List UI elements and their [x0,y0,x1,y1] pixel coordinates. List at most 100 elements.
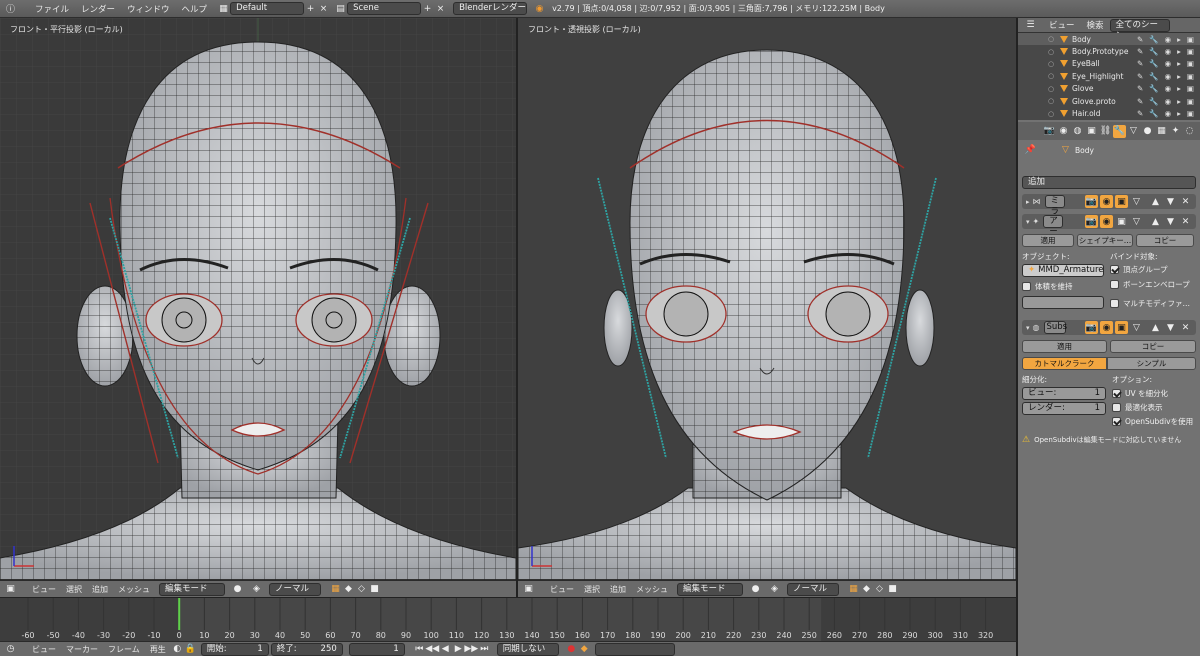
area-divider-left[interactable] [516,18,518,598]
catmull-clark-tab[interactable]: カトマルクラーク [1022,357,1107,370]
close-layout-icon[interactable]: × [317,2,330,15]
visibility-icon[interactable]: ◉ [1165,97,1172,106]
render-toggle-icon[interactable]: 📷 [1085,215,1098,228]
material-tab-icon[interactable]: ● [1141,125,1154,138]
outliner-item[interactable]: ○ Hair.old ✎ 🔧 ◉ ▸ ▣ [1018,107,1200,119]
modifier-icon[interactable]: ✎ [1137,109,1143,118]
optimal-display-checkbox[interactable] [1112,403,1121,412]
timeline[interactable]: -60 -50 -40 -30 -20 -10 0 10 20 30 40 50 60 70 80 90 100… [0,597,1016,642]
mode-select[interactable]: 編集モード [677,582,743,596]
menu-add[interactable]: 追加 [605,584,631,595]
cage-toggle-icon[interactable]: ▽ [1130,215,1143,228]
editor-type-icon[interactable]: ◷ [4,643,17,656]
outliner-item[interactable]: ○ Glove ✎ 🔧 ◉ ▸ ▣ [1018,83,1200,95]
select-icon[interactable]: ▸ [1177,59,1181,68]
modifier-icon[interactable]: ✎ [1137,47,1143,56]
expand-dot-icon[interactable]: ○ [1048,85,1054,93]
play-icon[interactable]: ▶ [452,643,465,656]
keyframe-icon[interactable]: ◆ [578,643,591,656]
display-toggle-icon[interactable]: ◉ [1100,321,1113,334]
select-icon[interactable]: ▸ [1177,47,1181,56]
modifier-icon[interactable]: ✎ [1137,97,1143,106]
menu-frame[interactable]: フレーム [103,644,145,655]
expand-dot-icon[interactable]: ○ [1048,48,1054,56]
edge-select-icon[interactable]: ◇ [873,583,886,596]
editor-type-icon[interactable]: ⓘ [4,2,17,15]
face-select-icon[interactable]: ■ [368,583,381,596]
cage-toggle-icon[interactable]: ▽ [1130,195,1143,208]
cage-toggle-icon[interactable]: ▽ [1130,321,1143,334]
preview-range-icon[interactable]: ◐ [171,643,184,656]
editor-type-icon[interactable]: ☰ [1024,19,1037,32]
menu-select[interactable]: 選択 [579,584,605,595]
opensubdiv-row[interactable]: OpenSubdivを使用 [1112,416,1193,427]
pivot-icon[interactable]: ◈ [250,583,263,596]
editor-type-icon[interactable]: ▣ [522,583,535,596]
subsurf-copy-button[interactable]: コピー [1110,340,1196,353]
scene-tab-icon[interactable]: ◉ [1057,125,1070,138]
vertex-select-icon[interactable]: ◆ [342,583,355,596]
render-icon[interactable]: ▣ [1187,59,1194,68]
menu-view[interactable]: ビュー [27,584,61,595]
editmode-toggle-icon[interactable]: ▣ [1115,195,1128,208]
render-icon[interactable]: ▣ [1187,109,1194,118]
armature-object-field[interactable]: ✦ MMD_Armature [1022,264,1104,277]
vertex-select-icon[interactable]: ◆ [860,583,873,596]
face-select-icon[interactable]: ■ [886,583,899,596]
outliner-item[interactable]: ○ Glove.proto ✎ 🔧 ◉ ▸ ▣ [1018,95,1200,107]
wrench-icon[interactable]: 🔧 [1149,35,1158,44]
subdivide-uv-checkbox[interactable] [1112,389,1121,398]
render-engine-field[interactable]: Blenderレンダー [453,2,528,15]
screen-layout-icon[interactable]: ▦ [217,2,230,15]
orientation-select[interactable]: ノーマル [787,582,839,596]
visibility-icon[interactable]: ◉ [1165,109,1172,118]
optimal-display-row[interactable]: 最適化表示 [1112,402,1193,413]
viewport-right[interactable]: フロント・透視投影 (ローカル) [518,18,1016,580]
expand-dot-icon[interactable]: ○ [1048,35,1054,43]
modifier-tab-icon[interactable]: 🔧 [1113,124,1126,138]
expand-dot-icon[interactable]: ○ [1048,110,1054,118]
outliner-search-menu[interactable]: 検索 [1081,19,1110,31]
visibility-icon[interactable]: ◉ [1165,84,1172,93]
collapse-icon[interactable]: ▾ [1026,218,1030,226]
modifier-icon[interactable]: ✎ [1137,84,1143,93]
move-up-icon[interactable]: ▲ [1149,195,1162,208]
menu-add[interactable]: 追加 [87,584,113,595]
constraint-tab-icon[interactable]: ⛓ [1099,125,1112,138]
next-key-icon[interactable]: ▶▶ [464,643,478,656]
outliner-item[interactable]: ○ Body ✎ 🔧 ◉ ▸ ▣ [1018,33,1200,46]
menu-mesh[interactable]: メッシュ [631,584,673,595]
modifier-icon[interactable]: ✎ [1137,72,1143,81]
sync-select[interactable]: 同期しない [496,642,559,656]
menu-file[interactable]: ファイル [29,3,75,15]
visibility-icon[interactable]: ◉ [1165,35,1172,44]
move-up-icon[interactable]: ▲ [1149,215,1162,228]
shading-icon[interactable]: ● [749,583,762,596]
pivot-icon[interactable]: ◈ [768,583,781,596]
pin-icon[interactable]: 📌 [1024,144,1037,157]
expand-dot-icon[interactable]: ○ [1048,97,1054,105]
modifier-mirror-name[interactable]: ミラ [1044,195,1065,217]
menu-view[interactable]: ビュー [27,644,61,655]
visibility-icon[interactable]: ◉ [1165,47,1172,56]
move-up-icon[interactable]: ▲ [1149,321,1162,334]
visibility-icon[interactable]: ◉ [1165,59,1172,68]
modifier-subsurf-name[interactable]: Subs [1043,321,1067,334]
menu-window[interactable]: ウィンドウ [121,3,176,15]
object-tab-icon[interactable]: ▣ [1085,125,1098,138]
modifier-icon[interactable]: ✎ [1137,59,1143,68]
visibility-icon[interactable]: ◉ [1165,72,1172,81]
layer-icon[interactable]: ▦ [847,583,860,596]
multi-modifier-checkbox[interactable] [1110,299,1119,308]
editmode-toggle-icon[interactable]: ▣ [1115,215,1128,228]
move-down-icon[interactable]: ▼ [1164,215,1177,228]
render-toggle-icon[interactable]: 📷 [1085,195,1098,208]
render-icon[interactable]: ▣ [1187,72,1194,81]
orientation-select[interactable]: ノーマル [269,582,321,596]
jump-end-icon[interactable]: ⏭ [478,643,491,656]
select-icon[interactable]: ▸ [1177,84,1181,93]
wrench-icon[interactable]: 🔧 [1149,109,1158,118]
shading-icon[interactable]: ● [231,583,244,596]
data-tab-icon[interactable]: ▽ [1127,125,1140,138]
layer-icon[interactable]: ▦ [329,583,342,596]
